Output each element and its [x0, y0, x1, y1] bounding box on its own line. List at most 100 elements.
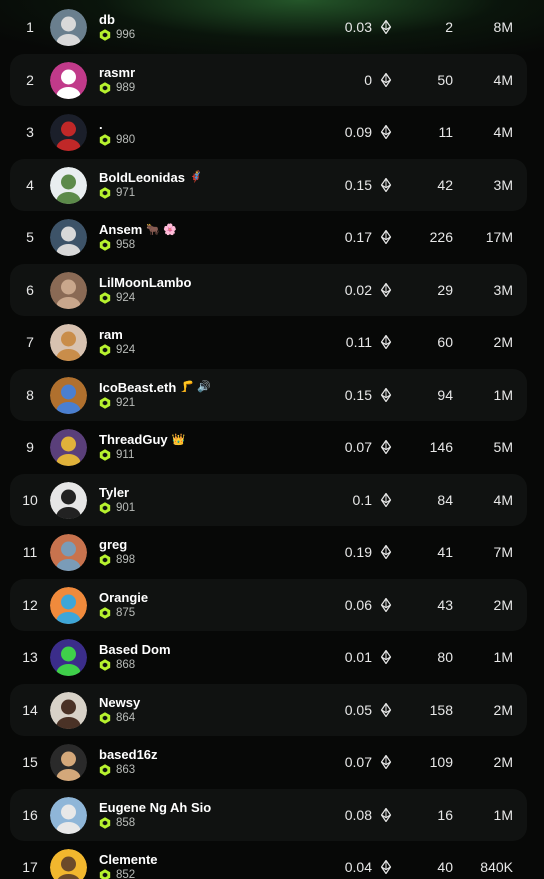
- avatar[interactable]: [50, 429, 87, 466]
- avatar[interactable]: [50, 271, 87, 309]
- avatar[interactable]: [50, 9, 87, 46]
- score-value: 971: [116, 186, 136, 199]
- score: 898: [99, 553, 135, 567]
- avatar[interactable]: [50, 796, 87, 834]
- avatar[interactable]: [50, 114, 87, 151]
- leaderboard-row[interactable]: 1 db 996 0.03 2 8M: [10, 1, 527, 54]
- volume-value: 0.09: [344, 124, 372, 141]
- avatar[interactable]: [50, 481, 87, 519]
- score: 958: [99, 238, 177, 252]
- username-line: Tyler: [99, 485, 135, 500]
- username[interactable]: Tyler: [99, 485, 129, 500]
- rank-number: 12: [22, 596, 38, 613]
- username[interactable]: BoldLeonidas: [99, 170, 185, 185]
- trades-count: 42: [437, 176, 453, 193]
- avatar-image: [50, 376, 87, 414]
- avatar-image: [50, 691, 87, 729]
- leaderboard-row[interactable]: 3 . 980 0.09 11 4M: [10, 106, 527, 159]
- avatar[interactable]: [50, 376, 87, 414]
- username[interactable]: Orangie: [99, 590, 148, 605]
- followers-count: 4M: [493, 491, 513, 508]
- avatar-image: [50, 586, 87, 624]
- hexagon-icon: [99, 344, 111, 356]
- leaderboard-row[interactable]: 6 LilMoonLambo 924 0.02 29 3M: [10, 263, 527, 316]
- followers-count: 2M: [493, 754, 513, 771]
- user-info: Clemente 852: [99, 852, 162, 879]
- username[interactable]: Based Dom: [99, 642, 171, 657]
- user-info: LilMoonLambo 924: [99, 275, 195, 305]
- ethereum-icon: [380, 230, 392, 245]
- leaderboard-row[interactable]: 2 rasmr 989 0 50 4M: [10, 53, 527, 106]
- followers-count: 5M: [493, 439, 513, 456]
- username-line: Clemente: [99, 852, 162, 867]
- username[interactable]: LilMoonLambo: [99, 275, 191, 290]
- username[interactable]: greg: [99, 537, 127, 552]
- avatar[interactable]: [50, 586, 87, 624]
- username[interactable]: db: [99, 12, 115, 27]
- avatar[interactable]: [50, 219, 87, 256]
- user-info: IcoBeast.eth 🦵 🔊 921: [99, 380, 211, 410]
- leaderboard-row[interactable]: 10 Tyler 901 0.1 84 4M: [10, 473, 527, 526]
- leaderboard-row[interactable]: 17 Clemente 852 0.04 40 840K: [10, 841, 527, 879]
- leaderboard-row[interactable]: 4 BoldLeonidas 🦸 971 0.15 42 3M: [10, 158, 527, 211]
- rank-number: 14: [22, 701, 38, 718]
- followers-count: 1M: [493, 386, 513, 403]
- ethereum-icon: [380, 597, 392, 612]
- score: 924: [99, 343, 135, 357]
- avatar-image: [50, 9, 87, 46]
- username-line: ram: [99, 327, 135, 342]
- leaderboard-row[interactable]: 8 IcoBeast.eth 🦵 🔊 921 0.15 94 1M: [10, 368, 527, 421]
- ethereum-icon: [380, 860, 392, 875]
- leaderboard-row[interactable]: 9 ThreadGuy 👑 911 0.07 146 5M: [10, 421, 527, 474]
- username[interactable]: rasmr: [99, 65, 135, 80]
- trades-count: 29: [437, 281, 453, 298]
- ethereum-icon: [380, 387, 392, 402]
- username[interactable]: .: [99, 117, 103, 132]
- username[interactable]: Eugene Ng Ah Sio: [99, 800, 211, 815]
- score: 911: [99, 448, 185, 462]
- username-line: Newsy: [99, 695, 144, 710]
- score: 980: [99, 133, 135, 147]
- avatar[interactable]: [50, 744, 87, 781]
- username[interactable]: Ansem: [99, 222, 142, 237]
- leaderboard-page: 1 db 996 0.03 2 8M 2 rasmr 989 0 50 4M 3…: [0, 0, 544, 879]
- avatar[interactable]: [50, 849, 87, 879]
- ethereum-icon: [380, 807, 392, 822]
- username-line: Orangie: [99, 590, 152, 605]
- rank-number: 3: [26, 124, 34, 141]
- username[interactable]: IcoBeast.eth: [99, 380, 176, 395]
- leaderboard-row[interactable]: 15 based16z 863 0.07 109 2M: [10, 736, 527, 789]
- username-line: based16z: [99, 747, 162, 762]
- username[interactable]: Newsy: [99, 695, 140, 710]
- avatar-image: [50, 534, 87, 571]
- user-info: Tyler 901: [99, 485, 135, 515]
- username[interactable]: Clemente: [99, 852, 158, 867]
- username[interactable]: ThreadGuy: [99, 432, 168, 447]
- username[interactable]: based16z: [99, 747, 158, 762]
- volume-value: 0.19: [344, 544, 372, 561]
- ethereum-icon: [380, 177, 392, 192]
- rank-number: 6: [26, 281, 34, 298]
- avatar[interactable]: [50, 166, 87, 204]
- leaderboard-row[interactable]: 7 ram 924 0.11 60 2M: [10, 316, 527, 369]
- avatar[interactable]: [50, 639, 87, 676]
- avatar[interactable]: [50, 324, 87, 361]
- hexagon-icon: [99, 501, 111, 514]
- leaderboard-row[interactable]: 11 greg 898 0.19 41 7M: [10, 526, 527, 579]
- user-info: based16z 863: [99, 747, 162, 777]
- avatar[interactable]: [50, 61, 87, 99]
- score-value: 921: [116, 396, 136, 409]
- leaderboard-row[interactable]: 12 Orangie 875 0.06 43 2M: [10, 578, 527, 631]
- leaderboard-row[interactable]: 13 Based Dom 868 0.01 80 1M: [10, 631, 527, 684]
- avatar-image: [50, 271, 87, 309]
- leaderboard-row[interactable]: 16 Eugene Ng Ah Sio 858 0.08 16 1M: [10, 788, 527, 841]
- score-value: 852: [116, 869, 136, 879]
- leaderboard-row[interactable]: 14 Newsy 864 0.05 158 2M: [10, 683, 527, 736]
- avatar[interactable]: [50, 691, 87, 729]
- leaderboard-row[interactable]: 5 Ansem 🐂 🌸 958 0.17 226 17M: [10, 211, 527, 264]
- followers-count: 1M: [493, 806, 513, 823]
- followers-count: 7M: [493, 544, 513, 561]
- avatar[interactable]: [50, 534, 87, 571]
- username[interactable]: ram: [99, 327, 123, 342]
- hexagon-icon: [99, 186, 111, 199]
